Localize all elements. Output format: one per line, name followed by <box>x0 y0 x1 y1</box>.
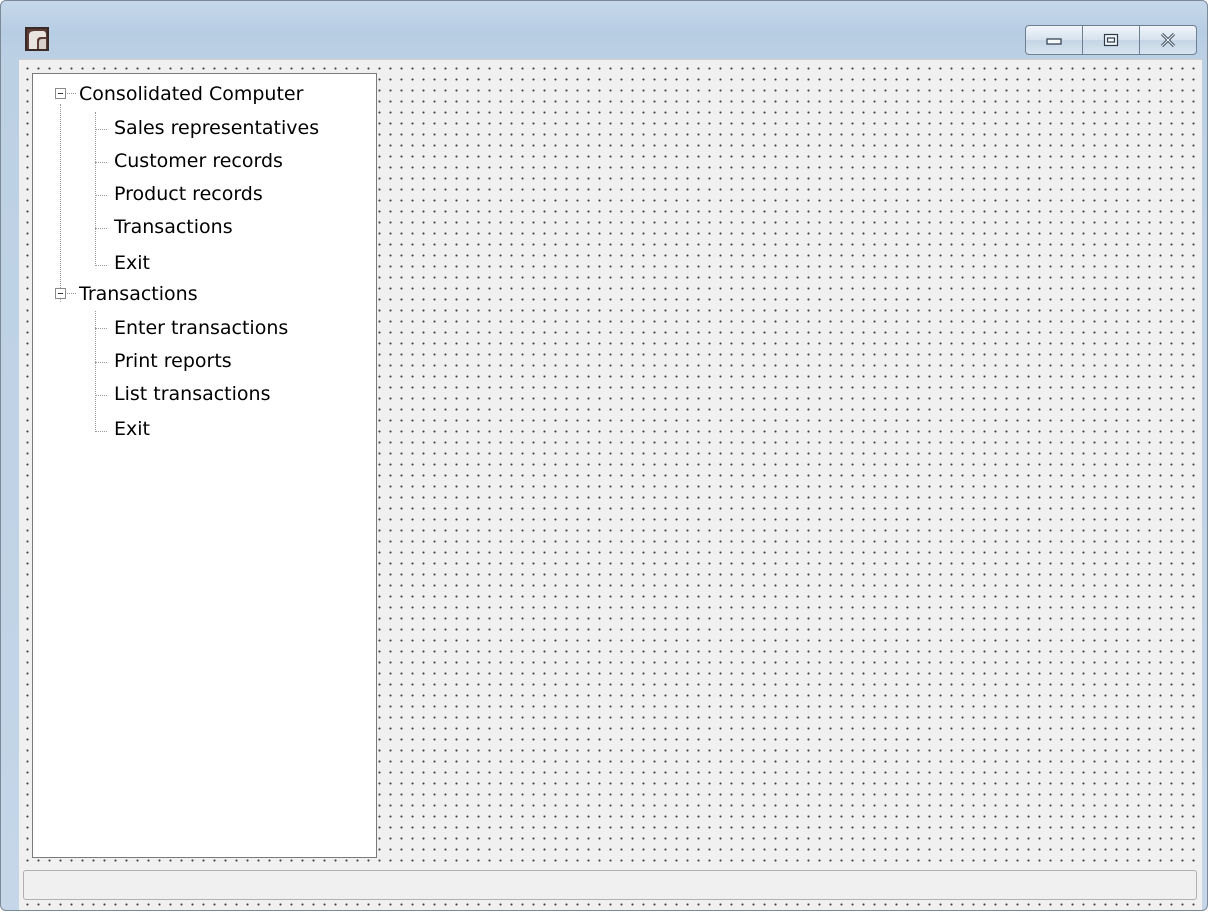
tree-item-label: Customer records <box>114 149 283 172</box>
application-window: Consolidated Computer Sales representati… <box>0 0 1208 911</box>
close-icon <box>1160 33 1176 47</box>
caption-buttons <box>1025 25 1197 55</box>
tree-item-exit[interactable]: Exit <box>114 246 150 279</box>
restore-button[interactable] <box>1082 25 1140 55</box>
tree-node-group-1[interactable]: Consolidated Computer <box>79 77 303 110</box>
tree-item-label: Exit <box>114 417 150 440</box>
tree-item-print-reports[interactable]: Print reports <box>114 344 232 377</box>
tree-item-sales-representatives[interactable]: Sales representatives <box>114 111 319 144</box>
tree-line <box>95 129 107 130</box>
tree-item-exit[interactable]: Exit <box>114 412 150 445</box>
tree-item-product-records[interactable]: Product records <box>114 177 263 210</box>
collapse-icon[interactable] <box>55 88 66 99</box>
tree-line <box>95 195 107 196</box>
tree-item-label: Product records <box>114 182 263 205</box>
tree-line <box>95 112 96 266</box>
status-bar <box>23 870 1197 900</box>
tree-line <box>95 265 107 266</box>
tree-node-group-2[interactable]: Transactions <box>79 277 198 310</box>
tree-node-label: Consolidated Computer <box>79 82 304 105</box>
tree-line <box>95 395 107 396</box>
collapse-icon[interactable] <box>55 288 66 299</box>
tree-item-label: Sales representatives <box>114 116 320 139</box>
tree-item-label: List transactions <box>114 382 271 405</box>
tree-line <box>95 162 107 163</box>
tree-line <box>95 311 96 432</box>
tree-line <box>95 362 107 363</box>
tree-item-label: Exit <box>114 251 150 274</box>
tree-line <box>95 431 107 432</box>
tree-item-enter-transactions[interactable]: Enter transactions <box>114 311 288 344</box>
tree-line <box>60 104 61 302</box>
tree-item-label: Enter transactions <box>114 316 289 339</box>
close-button[interactable] <box>1139 25 1197 55</box>
tree-line <box>67 293 76 294</box>
tree-item-customer-records[interactable]: Customer records <box>114 144 283 177</box>
tree-item-list-transactions[interactable]: List transactions <box>114 377 270 410</box>
tree-line <box>95 328 107 329</box>
tree-item-label: Transactions <box>114 215 233 238</box>
minimize-button[interactable] <box>1025 25 1083 55</box>
tree-node-label: Transactions <box>79 282 198 305</box>
restore-icon <box>1103 33 1119 47</box>
tree-item-label: Print reports <box>114 349 232 372</box>
tree-item-transactions[interactable]: Transactions <box>114 210 233 243</box>
navigation-tree[interactable]: Consolidated Computer Sales representati… <box>32 73 377 858</box>
minimize-icon <box>1046 38 1062 45</box>
app-logo-icon <box>25 27 49 51</box>
tree-line <box>67 93 76 94</box>
tree-line <box>95 228 107 229</box>
client-area: Consolidated Computer Sales representati… <box>19 59 1202 910</box>
title-bar[interactable] <box>1 1 1207 59</box>
